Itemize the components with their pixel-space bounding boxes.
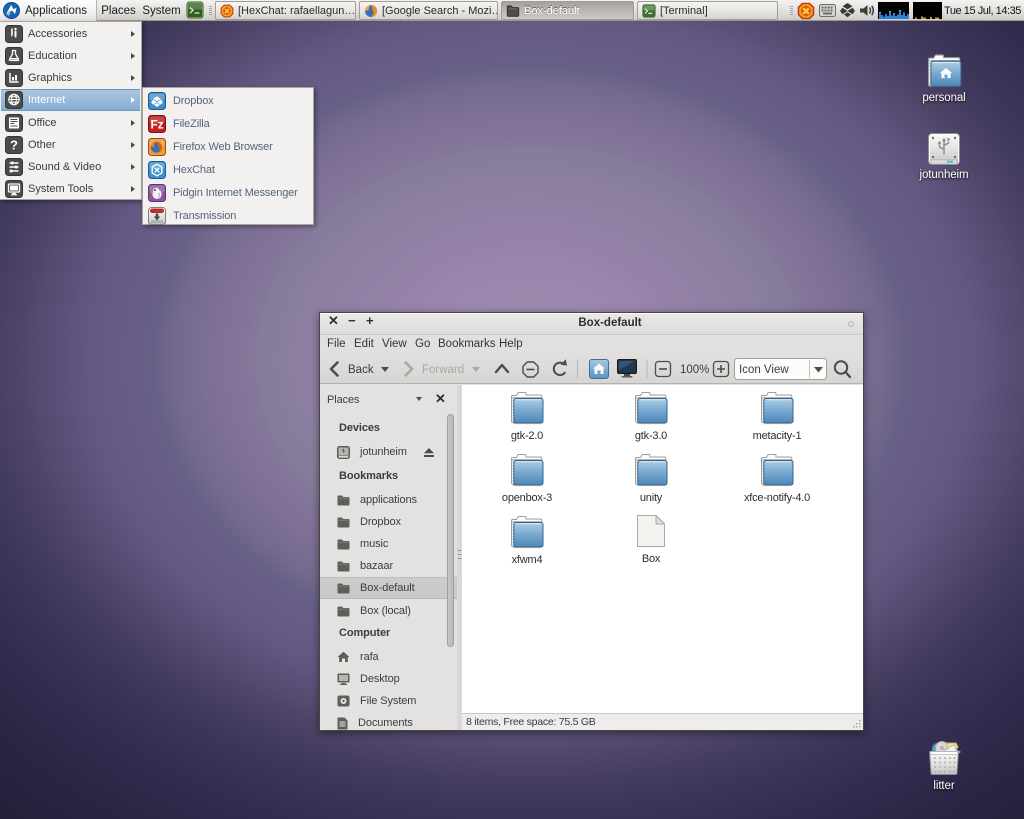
svg-text:Back: Back <box>348 364 374 376</box>
svg-text:Forward: Forward <box>422 364 464 376</box>
svg-text:100%: 100% <box>680 364 709 376</box>
svg-text:Icon View: Icon View <box>739 364 789 376</box>
svg-text:?: ? <box>10 138 18 153</box>
svg-text:Fz: Fz <box>150 117 163 131</box>
